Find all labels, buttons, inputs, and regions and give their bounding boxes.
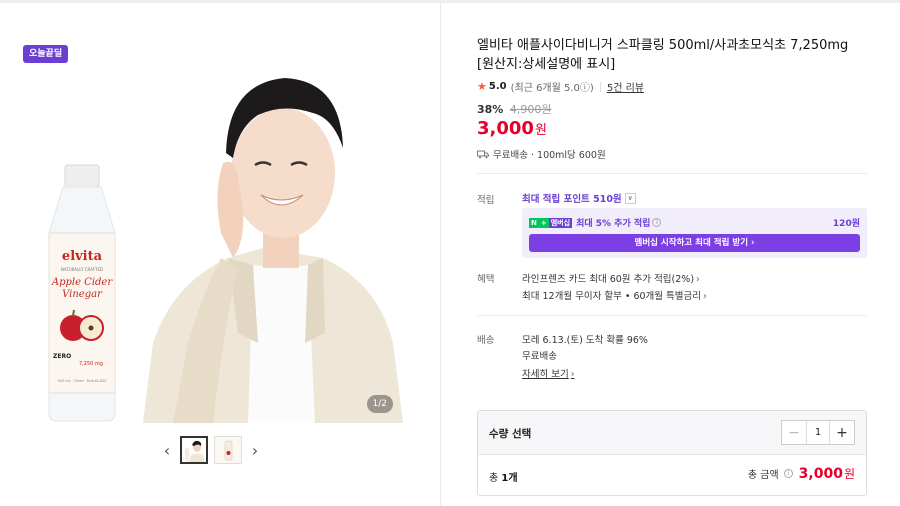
delivery-eta: 모레 6.13.(토) 도착 확률 96% <box>522 335 648 346</box>
benefits-label: 혜택 <box>477 274 495 285</box>
total-price: 3,000 <box>798 465 843 482</box>
membership-row: N + 멤버십 최대 5% 추가 적립 i 120원 <box>529 216 860 229</box>
rating-value: 5.0 <box>488 81 507 92</box>
points-label: 적립 <box>477 195 495 206</box>
chevron-right-icon: › <box>703 291 707 302</box>
bottle-subtitle: NATURALLY CRAFTED <box>60 267 104 272</box>
thumbnail-next-arrow[interactable]: › <box>248 436 262 464</box>
total-price-unit: 원 <box>843 467 855 481</box>
bottle-name-line1: Apple Cider <box>51 277 113 288</box>
shipping-text: 무료배송 · 100ml당 600원 <box>493 150 606 161</box>
discount-row: 38% 4,900원 <box>477 101 551 117</box>
product-title: 엘비타 애플사이다비니거 스파클링 500ml/사과초모식초 7,250mg [… <box>477 38 849 72</box>
review-link[interactable]: 5건 리뷰 <box>607 79 644 94</box>
quantity-stepper: − 1 + <box>781 420 855 445</box>
benefit-installment-text: 최대 12개월 무이자 할부 • 60개월 특별금리 <box>522 291 701 302</box>
membership-text: 최대 5% 추가 적립 <box>576 219 651 229</box>
delivery-detail-link[interactable]: 자세히 보기 › <box>522 366 575 380</box>
delivery-free: 무료배송 <box>522 351 557 362</box>
rating-separator <box>599 81 601 92</box>
benefit-card-text: 라인프렌즈 카드 최대 60원 추가 적립(2%) <box>522 274 695 285</box>
price-row: 3,000원 <box>477 118 547 139</box>
delivery-label: 배송 <box>477 335 495 346</box>
thumbnail-image-2 <box>215 437 241 463</box>
product-gallery: elvita NATURALLY CRAFTED Apple Cider Vin… <box>0 3 440 506</box>
divider-1 <box>477 173 867 174</box>
sale-price-unit: 원 <box>534 123 547 138</box>
bottle-zero: ZERO <box>53 353 72 360</box>
apple-icon <box>60 309 104 341</box>
thumbnail-2[interactable] <box>214 436 242 464</box>
discount-rate: 38% <box>477 103 504 116</box>
bottle-brand: elvita <box>61 249 103 264</box>
rating-recent[interactable]: (최근 6개월 5.0ⓘ) <box>511 79 594 94</box>
npay-badge-plus: + <box>538 217 549 228</box>
quantity-box: 수량 선택 − 1 + 총 1개 총 금액 i 3,000 원 <box>477 410 867 496</box>
info-icon[interactable]: i <box>783 469 793 478</box>
image-counter: 1/2 <box>366 395 393 413</box>
thumbnail-image-1 <box>182 438 206 462</box>
total-count: 총 1개 <box>489 469 518 484</box>
truck-icon <box>477 150 489 158</box>
column-divider <box>440 3 441 506</box>
bottle-mg: 7,250 mg <box>79 361 103 367</box>
total-count-prefix: 총 <box>489 473 502 484</box>
membership-start-button[interactable]: 멤버십 시작하고 최대 적립 받기 › <box>529 234 860 252</box>
npay-badge-membership: 멤버십 <box>548 217 573 228</box>
star-icon: ★ <box>477 80 487 93</box>
npay-membership-badge: N + 멤버십 <box>529 217 573 228</box>
chevron-right-icon: › <box>570 369 575 380</box>
bottle-footer: 500 mL · Dried · NutriD-DAY <box>57 379 107 383</box>
quantity-plus-button[interactable]: + <box>830 421 854 444</box>
rating-row: ★ 5.0 (최근 6개월 5.0ⓘ) 5건 리뷰 <box>477 79 644 94</box>
info-icon[interactable]: i <box>652 218 662 227</box>
divider-2 <box>477 315 867 316</box>
quantity-minus-button[interactable]: − <box>782 421 806 444</box>
main-product-image[interactable]: elvita NATURALLY CRAFTED Apple Cider Vin… <box>23 43 403 423</box>
benefit-installment-line[interactable]: 최대 12개월 무이자 할부 • 60개월 특별금리 › <box>522 288 707 302</box>
chevron-right-icon: › <box>696 274 700 285</box>
thumbnail-prev-arrow[interactable]: ‹ <box>160 436 174 464</box>
quantity-header: 수량 선택 − 1 + <box>478 411 866 455</box>
quantity-value[interactable]: 1 <box>806 421 830 444</box>
original-price: 4,900원 <box>509 103 552 116</box>
thumbnail-strip: ‹ › <box>160 433 262 467</box>
quantity-label: 수량 선택 <box>489 428 532 440</box>
npay-badge-n: N <box>529 217 539 228</box>
chevron-down-icon[interactable]: ∨ <box>624 192 636 204</box>
points-head[interactable]: 최대 적립 포인트 510원 ∨ <box>522 191 636 205</box>
total-amount: 총 금액 i 3,000 원 <box>748 465 855 482</box>
membership-points: 120원 <box>832 219 860 229</box>
thumbnail-1[interactable] <box>180 436 208 464</box>
delivery-detail-text: 자세히 보기 <box>522 369 569 380</box>
deal-badge: 오늘끝딜 <box>23 45 69 63</box>
total-amount-label: 총 금액 <box>747 470 779 481</box>
membership-box: N + 멤버십 최대 5% 추가 적립 i 120원 멤버십 시작하고 최대 적립 … <box>522 208 867 258</box>
shipping-row: 무료배송 · 100ml당 600원 <box>477 147 606 161</box>
bottle-name-line2: Vinegar <box>62 289 102 300</box>
sale-price: 3,000 <box>477 118 534 139</box>
total-count-value: 1개 <box>501 473 518 484</box>
benefit-card-line[interactable]: 라인프렌즈 카드 최대 60원 추가 적립(2%) › <box>522 271 700 285</box>
points-head-text: 최대 적립 포인트 510원 <box>522 194 622 205</box>
